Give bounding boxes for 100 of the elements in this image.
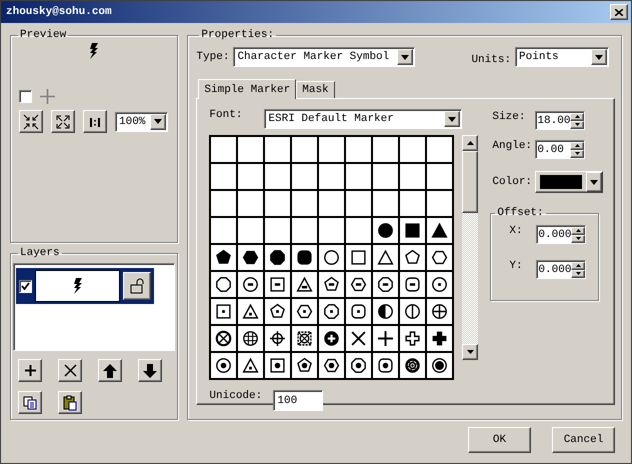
marker-cell[interactable] [211,353,236,378]
marker-cell[interactable] [211,137,236,162]
marker-cell[interactable] [373,299,398,324]
marker-cell[interactable] [400,191,426,216]
marker-cell[interactable] [319,272,344,297]
marker-cell[interactable] [346,164,372,189]
marker-cell[interactable] [265,245,290,270]
marker-cell[interactable] [265,353,290,378]
marker-cell[interactable] [373,353,398,378]
marker-cell[interactable] [400,245,426,270]
full-extent-button[interactable] [51,110,75,133]
tab[interactable]: Simple Marker [198,79,296,99]
x-offset-spinner[interactable]: 0.000 [536,225,586,244]
marker-cell[interactable] [427,272,452,297]
color-button[interactable] [535,171,604,193]
marker-cell[interactable] [292,164,318,189]
marker-cell[interactable] [292,191,318,216]
marker-cell[interactable] [427,164,452,189]
marker-cell[interactable] [427,299,452,324]
marker-cell[interactable] [211,218,236,243]
unicode-field[interactable]: 100 [273,390,324,411]
marker-cell[interactable] [238,299,264,324]
marker-cell[interactable] [400,353,426,378]
marker-cell[interactable] [238,272,264,297]
marker-cell[interactable] [265,299,290,324]
copy-button[interactable] [18,391,42,414]
units-dropdown[interactable]: Points [515,47,610,67]
paste-button[interactable] [58,391,82,414]
move-up-button[interactable] [98,359,122,382]
marker-cell[interactable] [346,353,372,378]
marker-cell[interactable] [400,299,426,324]
marker-cell[interactable] [427,137,452,162]
marker-cell[interactable] [319,299,344,324]
marker-cell[interactable] [238,326,264,351]
marker-cell[interactable] [319,326,344,351]
y-offset-spinner[interactable]: 0.000 [536,260,586,279]
marker-cell[interactable] [319,191,344,216]
marker-cell[interactable] [373,272,398,297]
marker-cell[interactable] [319,353,344,378]
marker-cell[interactable] [427,326,452,351]
marker-cell[interactable] [427,245,452,270]
marker-cell[interactable] [211,245,236,270]
dialog-button[interactable]: Cancel [552,427,615,453]
marker-cell[interactable] [400,272,426,297]
marker-cell[interactable] [400,164,426,189]
marker-cell[interactable] [292,218,318,243]
add-layer-button[interactable] [18,359,42,382]
marker-cell[interactable] [319,137,344,162]
marker-cell[interactable] [319,245,344,270]
marker-cell[interactable] [211,272,236,297]
marker-cell[interactable] [238,164,264,189]
marker-cell[interactable] [319,218,344,243]
marker-cell[interactable] [211,191,236,216]
marker-cell[interactable] [346,272,372,297]
marker-cell[interactable] [346,218,372,243]
marker-cell[interactable] [238,245,264,270]
marker-cell[interactable] [238,191,264,216]
marker-cell[interactable] [346,137,372,162]
marker-cell[interactable] [265,137,290,162]
marker-cell[interactable] [265,164,290,189]
marker-cell[interactable] [292,326,318,351]
scrollbar[interactable] [462,135,478,360]
checkbox[interactable] [19,90,32,103]
marker-cell[interactable] [373,218,398,243]
size-spinner[interactable]: 18.00 [535,111,586,130]
marker-cell[interactable] [211,164,236,189]
remove-layer-button[interactable] [58,359,82,382]
marker-cell[interactable] [373,245,398,270]
type-dropdown[interactable]: Character Marker Symbol [233,47,416,67]
close-button[interactable] [610,4,628,20]
marker-cell[interactable] [346,326,372,351]
dialog-button[interactable]: OK [468,427,531,453]
marker-cell[interactable] [265,326,290,351]
marker-cell[interactable] [427,218,452,243]
marker-cell[interactable] [346,299,372,324]
marker-cell[interactable] [292,353,318,378]
marker-cell[interactable] [238,218,264,243]
angle-spinner[interactable]: 0.00 [535,140,586,159]
marker-cell[interactable] [400,326,426,351]
marker-cell[interactable] [211,326,236,351]
marker-cell[interactable] [373,326,398,351]
marker-cell[interactable] [427,191,452,216]
marker-cell[interactable] [319,164,344,189]
marker-cell[interactable] [400,218,426,243]
marker-cell[interactable] [427,353,452,378]
marker-cell[interactable] [292,137,318,162]
move-down-button[interactable] [138,359,162,382]
marker-cell[interactable] [265,218,290,243]
marker-cell[interactable] [238,353,264,378]
marker-cell[interactable] [211,299,236,324]
marker-cell[interactable] [265,191,290,216]
font-dropdown[interactable]: ESRI Default Marker [264,109,462,129]
actual-size-button[interactable] [83,110,107,133]
marker-cell[interactable] [292,245,318,270]
layer-row[interactable] [16,268,154,304]
marker-cell[interactable] [400,137,426,162]
marker-cell[interactable] [373,137,398,162]
scroll-thumb[interactable] [462,151,478,213]
marker-cell[interactable] [346,191,372,216]
zoom-fit-button[interactable] [19,110,43,133]
